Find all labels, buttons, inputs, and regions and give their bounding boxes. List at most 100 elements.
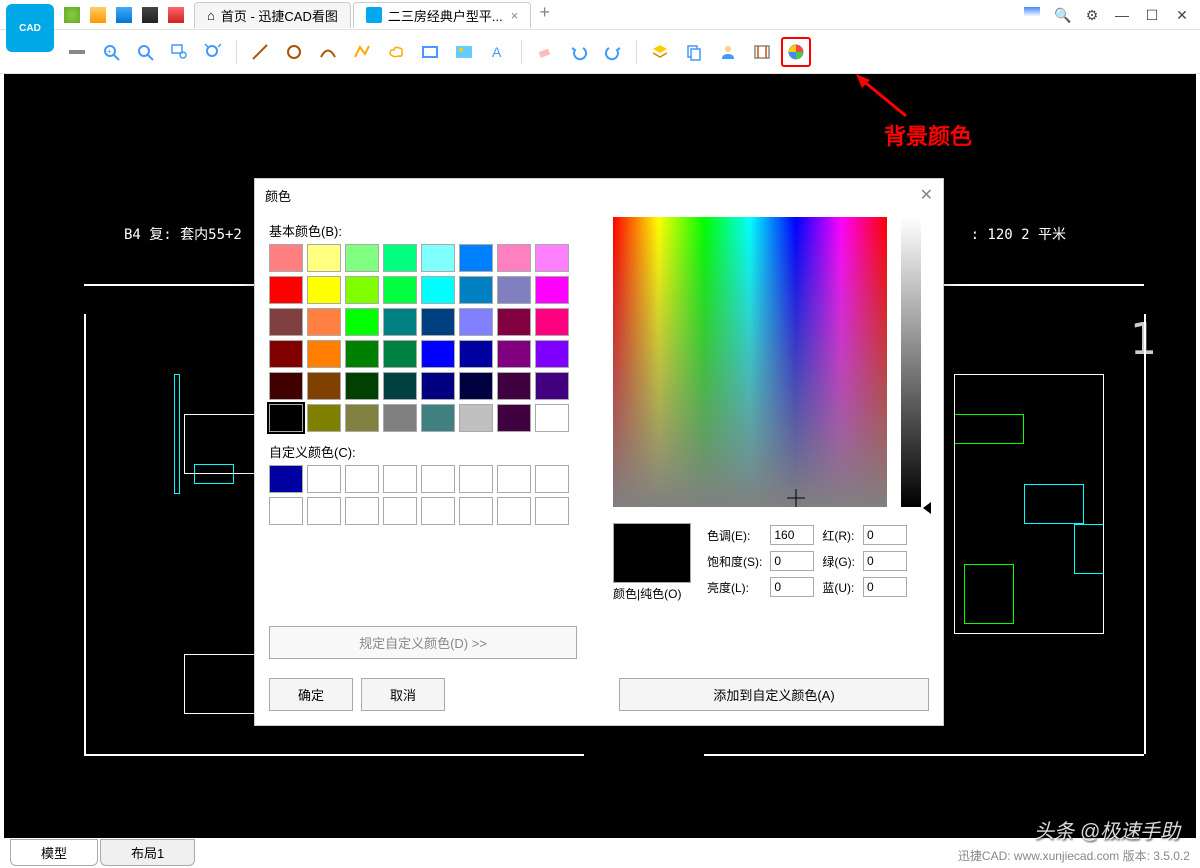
tool-redo[interactable] [598,37,628,67]
green-input[interactable] [863,551,907,571]
basic-swatch[interactable] [383,276,417,304]
tool-background-color[interactable] [781,37,811,67]
basic-swatch[interactable] [459,372,493,400]
tool-polyline[interactable] [347,37,377,67]
ok-button[interactable]: 确定 [269,678,353,711]
basic-swatch[interactable] [535,340,569,368]
basic-swatch[interactable] [535,244,569,272]
tool-zoom-out[interactable] [130,37,160,67]
cancel-button[interactable]: 取消 [361,678,445,711]
define-custom-button[interactable]: 规定自定义颜色(D) >> [269,626,577,659]
basic-swatch[interactable] [269,404,303,432]
basic-swatch[interactable] [345,404,379,432]
custom-swatch[interactable] [307,465,341,493]
qa-home-icon[interactable] [168,7,184,23]
basic-swatch[interactable] [421,308,455,336]
custom-swatch[interactable] [307,497,341,525]
layout-tab[interactable]: 布局1 [100,839,195,866]
basic-swatch[interactable] [269,244,303,272]
tool-ruler[interactable] [62,37,92,67]
tool-clip[interactable] [747,37,777,67]
tab-close-icon[interactable]: × [511,8,519,23]
basic-swatch[interactable] [383,340,417,368]
custom-swatch[interactable] [459,465,493,493]
basic-swatch[interactable] [459,340,493,368]
window-zoom-icon[interactable]: 🔍 [1054,7,1070,23]
tool-text[interactable]: A [483,37,513,67]
basic-swatch[interactable] [269,372,303,400]
add-to-custom-button[interactable]: 添加到自定义颜色(A) [619,678,929,711]
basic-swatch[interactable] [345,276,379,304]
tool-undo[interactable] [564,37,594,67]
tool-zoom-in[interactable]: + [96,37,126,67]
basic-swatch[interactable] [497,276,531,304]
close-icon[interactable]: ✕ [1174,7,1190,23]
basic-swatch[interactable] [421,340,455,368]
basic-swatch[interactable] [421,244,455,272]
tab-home[interactable]: ⌂ 首页 - 迅捷CAD看图 [194,2,351,28]
basic-swatch[interactable] [497,340,531,368]
window-pin-icon[interactable] [1024,7,1040,23]
basic-swatch[interactable] [307,308,341,336]
blue-input[interactable] [863,577,907,597]
qa-new-icon[interactable] [64,7,80,23]
custom-swatch[interactable] [383,497,417,525]
custom-swatch[interactable] [459,497,493,525]
basic-swatch[interactable] [307,244,341,272]
tool-copy[interactable] [679,37,709,67]
dialog-close-icon[interactable]: ✕ [920,185,933,205]
basic-swatch[interactable] [307,404,341,432]
basic-swatch[interactable] [269,308,303,336]
basic-swatch[interactable] [345,340,379,368]
basic-swatch[interactable] [421,404,455,432]
basic-swatch[interactable] [535,404,569,432]
basic-swatch[interactable] [459,404,493,432]
basic-swatch[interactable] [497,404,531,432]
red-input[interactable] [863,525,907,545]
minimize-icon[interactable]: — [1114,7,1130,23]
basic-swatch[interactable] [421,276,455,304]
basic-swatch[interactable] [345,372,379,400]
tool-layers[interactable] [645,37,675,67]
hue-input[interactable] [770,525,814,545]
tool-zoom-window[interactable] [164,37,194,67]
basic-swatch[interactable] [269,276,303,304]
qa-print-icon[interactable] [142,7,158,23]
tool-zoom-extents[interactable] [198,37,228,67]
basic-swatch[interactable] [345,244,379,272]
sat-input[interactable] [770,551,814,571]
basic-swatch[interactable] [497,308,531,336]
basic-swatch[interactable] [459,276,493,304]
tab-add-button[interactable]: + [539,2,550,28]
basic-swatch[interactable] [383,244,417,272]
basic-swatch[interactable] [459,244,493,272]
tool-cloud[interactable] [381,37,411,67]
basic-swatch[interactable] [345,308,379,336]
basic-swatch[interactable] [383,372,417,400]
custom-swatch[interactable] [345,497,379,525]
tool-line[interactable] [245,37,275,67]
tab-document[interactable]: 二三房经典户型平... × [353,2,531,28]
basic-swatch[interactable] [307,340,341,368]
model-tab[interactable]: 模型 [10,839,98,866]
tool-circle[interactable] [279,37,309,67]
basic-swatch[interactable] [497,244,531,272]
custom-swatch[interactable] [383,465,417,493]
custom-swatch[interactable] [497,497,531,525]
luminance-slider[interactable] [901,217,921,507]
basic-swatch[interactable] [535,372,569,400]
custom-swatch[interactable] [269,465,303,493]
tool-user[interactable] [713,37,743,67]
custom-swatch[interactable] [345,465,379,493]
basic-swatch[interactable] [497,372,531,400]
custom-swatch[interactable] [535,465,569,493]
basic-swatch[interactable] [383,404,417,432]
qa-save-icon[interactable] [116,7,132,23]
custom-swatch[interactable] [421,497,455,525]
color-spectrum[interactable] [613,217,887,507]
settings-gear-icon[interactable]: ⚙ [1084,7,1100,23]
tool-rect[interactable] [415,37,445,67]
custom-swatch[interactable] [269,497,303,525]
custom-swatch[interactable] [497,465,531,493]
custom-swatch[interactable] [535,497,569,525]
